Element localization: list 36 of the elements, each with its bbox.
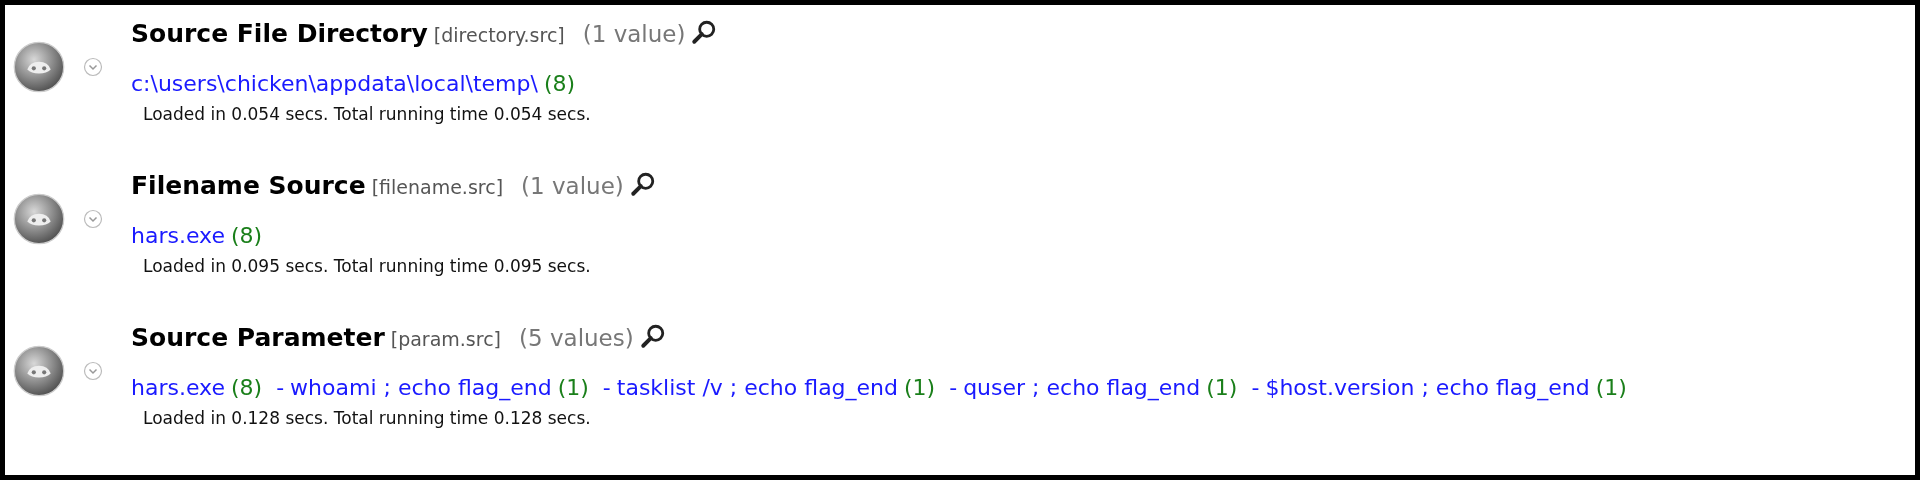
value-link[interactable]: whoami ; echo flag_end	[290, 375, 552, 400]
occurrence-count: (1)	[1206, 375, 1238, 400]
section-title: Source File Directory	[131, 19, 428, 48]
search-icon[interactable]	[639, 323, 666, 349]
occurrence-count: (8)	[543, 71, 576, 96]
separator-dash: -	[949, 375, 958, 400]
section-title: Source Parameter	[131, 323, 385, 352]
occurrence-count: (8)	[230, 375, 263, 400]
value-link[interactable]: hars.exe	[131, 375, 225, 400]
section-title: Filename Source	[131, 171, 366, 200]
field-key: [directory.src]	[433, 24, 565, 46]
separator-dash: -	[602, 375, 611, 400]
value-link[interactable]: c:\users\chicken\appdata\local\temp\	[131, 71, 538, 96]
search-icon[interactable]	[691, 19, 718, 45]
field-key: [filename.src]	[371, 176, 504, 198]
value-count: (5 values)	[519, 325, 634, 351]
timing-text: Loaded in 0.128 secs. Total running time 0.128 secs.	[143, 408, 592, 428]
value-link[interactable]: quser ; echo flag_end	[963, 375, 1201, 400]
status-icon	[13, 41, 65, 93]
occurrence-count: (8)	[230, 223, 263, 248]
status-icon	[13, 193, 65, 245]
occurrence-count: (1)	[1595, 375, 1627, 400]
occurrence-count: (1)	[904, 375, 936, 400]
occurrence-count: (1)	[557, 375, 589, 400]
timing-text: Loaded in 0.095 secs. Total running time 0.095 secs.	[143, 256, 592, 276]
separator-dash: -	[1251, 375, 1260, 400]
search-icon[interactable]	[629, 171, 656, 197]
value-count: (1 value)	[521, 173, 624, 199]
timing-text: Loaded in 0.054 secs. Total running time 0.054 secs.	[143, 104, 592, 124]
status-icon	[13, 345, 65, 397]
value-link[interactable]: tasklist /v ; echo flag_end	[616, 375, 899, 400]
value-count: (1 value)	[582, 21, 686, 47]
value-link[interactable]: $host.version ; echo flag_end	[1265, 375, 1590, 400]
value-link[interactable]: hars.exe	[131, 223, 225, 248]
separator-dash: -	[276, 375, 285, 400]
field-key: [param.src]	[390, 328, 502, 350]
